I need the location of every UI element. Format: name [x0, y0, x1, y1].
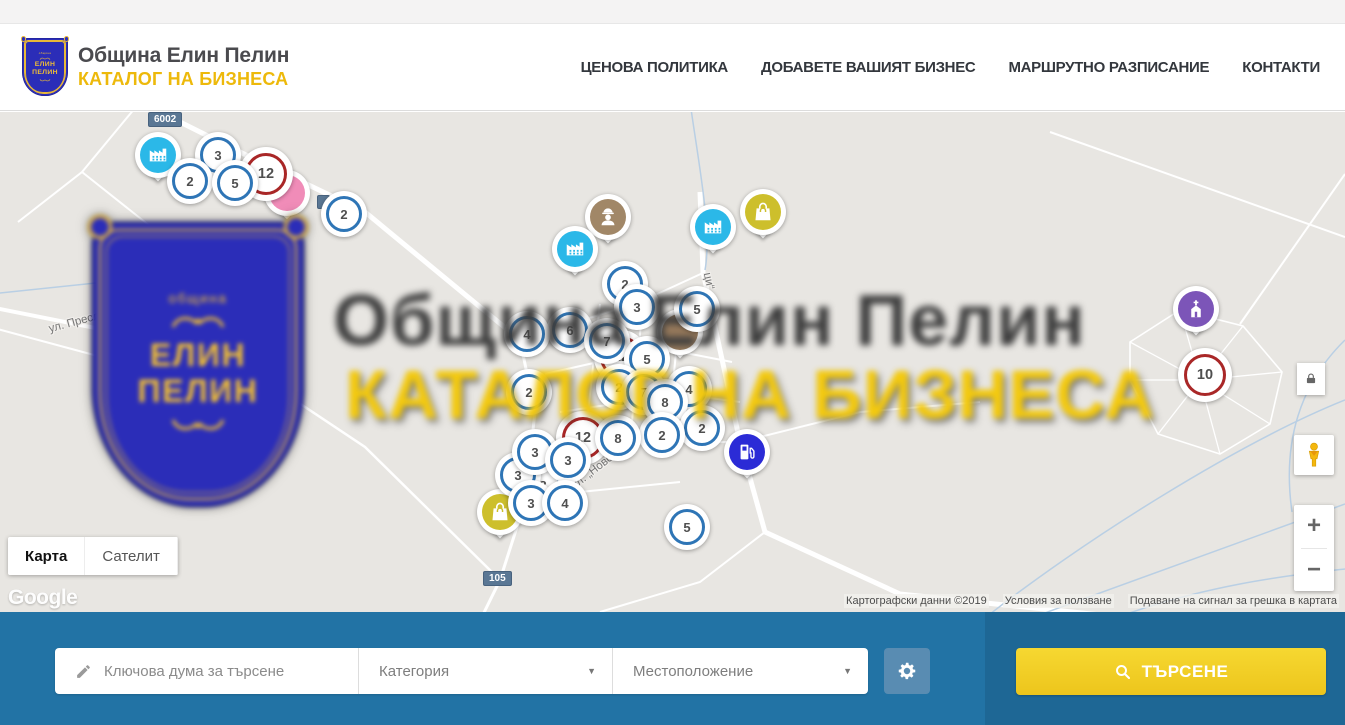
map-type-control: Карта Сателит — [8, 537, 178, 575]
google-map[interactable]: ул. Преславбул. „Новоселци“ 6002105 3122… — [0, 112, 1345, 612]
chevron-down-icon: ▼ — [587, 666, 596, 676]
gear-icon — [896, 660, 918, 682]
map-type-satellite-button[interactable]: Сателит — [85, 537, 178, 575]
google-logo[interactable]: Google — [8, 586, 77, 610]
nav-item-ценова-политика[interactable]: ЦЕНОВА ПОЛИТИКА — [581, 59, 728, 76]
cluster-marker-10[interactable]: 10 — [1178, 348, 1232, 402]
terms-of-use-link[interactable]: Условия за ползване — [1003, 594, 1114, 608]
nav-item-добавете-вашият-бизнес[interactable]: ДОБАВЕТЕ ВАШИЯТ БИЗНЕС — [761, 59, 975, 76]
cluster-marker-2[interactable]: 2 — [321, 191, 367, 237]
watermark-subtitle: КАТАЛОГ НА БИЗНЕСА — [345, 355, 1155, 434]
keyword-search-input[interactable] — [104, 663, 342, 680]
map-factory-pin[interactable] — [552, 226, 598, 272]
chevron-down-icon: ▼ — [843, 666, 852, 676]
watermark-title: Община Елин Пелин — [333, 280, 1086, 362]
search-icon — [1114, 663, 1132, 681]
road-shield-105: 105 — [483, 571, 512, 586]
pencil-icon — [75, 663, 92, 680]
keyword-field-wrap — [55, 648, 358, 694]
lock-button[interactable] — [1297, 363, 1325, 395]
search-button[interactable]: ТЪРСЕНЕ — [1016, 648, 1326, 695]
cluster-marker-4[interactable]: 4 — [542, 480, 588, 526]
top-strip — [0, 0, 1345, 24]
advanced-settings-button[interactable] — [884, 648, 930, 694]
nav-item-маршрутно-разписание[interactable]: МАРШРУТНО РАЗПИСАНИЕ — [1008, 59, 1209, 76]
map-factory-pin[interactable] — [690, 204, 736, 250]
pegman-icon — [1300, 441, 1328, 469]
report-map-error-link[interactable]: Подаване на сигнал за грешка в картата — [1128, 594, 1339, 608]
map-type-map-button[interactable]: Карта — [8, 537, 85, 575]
cluster-marker-3[interactable]: 3 — [545, 437, 591, 483]
site-title: Община Елин Пелин — [78, 44, 289, 68]
zoom-control: + − — [1294, 505, 1334, 591]
map-fuel-pin[interactable] — [724, 429, 770, 475]
category-select[interactable]: Категория ▼ — [358, 648, 612, 694]
main-nav: ЦЕНОВА ПОЛИТИКА ДОБАВЕТЕ ВАШИЯТ БИЗНЕС МАР… — [581, 59, 1320, 76]
nav-item-контакти[interactable]: КОНТАКТИ — [1242, 59, 1320, 76]
municipality-crest-logo: община ЕЛИН ПЕЛИН — [22, 38, 68, 96]
watermark-crest: община ЕЛИН ПЕЛИН — [92, 222, 304, 507]
search-bar: Категория ▼ Местоположение ▼ ТЪРСЕНЕ — [0, 612, 1345, 725]
site-logo[interactable]: община ЕЛИН ПЕЛИН Община Елин Пелин КАТА… — [22, 38, 289, 96]
cluster-marker-2[interactable]: 2 — [167, 158, 213, 204]
padlock-icon — [1304, 372, 1318, 386]
zoom-in-button[interactable]: + — [1294, 505, 1334, 548]
map-shopping-pin[interactable] — [740, 189, 786, 235]
map-church-pin[interactable] — [1173, 286, 1219, 332]
zoom-out-button[interactable]: − — [1294, 549, 1334, 592]
road-shield-6002: 6002 — [148, 112, 182, 127]
cluster-marker-5[interactable]: 5 — [664, 504, 710, 550]
site-header: община ЕЛИН ПЕЛИН Община Елин Пелин КАТА… — [0, 24, 1345, 111]
map-data-copyright: Картографски данни ©2019 — [844, 594, 989, 608]
search-input-group: Категория ▼ Местоположение ▼ — [55, 648, 868, 694]
map-attribution: Картографски данни ©2019 Условия за ползв… — [844, 594, 1339, 608]
location-select[interactable]: Местоположение ▼ — [612, 648, 868, 694]
site-subtitle: КАТАЛОГ НА БИЗНЕСА — [78, 69, 289, 90]
street-view-pegman[interactable] — [1294, 435, 1334, 475]
cluster-marker-5[interactable]: 5 — [212, 160, 258, 206]
